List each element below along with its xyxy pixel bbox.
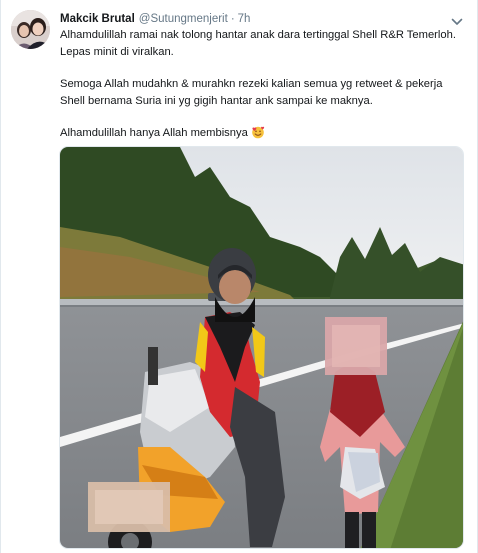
tweet-line: Shell bernama Suria ini yg gigih hantar … <box>60 94 373 107</box>
smiling-face-with-hearts-icon <box>251 125 265 139</box>
photo-motorcycle-helmet-girl <box>60 147 463 548</box>
avatar[interactable] <box>11 10 50 49</box>
chevron-down-icon[interactable] <box>451 14 463 25</box>
display-name[interactable]: Makcik Brutal <box>60 13 135 25</box>
tweet-photo[interactable] <box>59 146 464 549</box>
user-handle[interactable]: @Sutungmenjerit <box>139 13 228 25</box>
tweet-line: Alhamdulillah hanya Allah membisnya <box>60 127 248 139</box>
tweet-line: Alhamdulillah ramai nak tolong hantar an… <box>60 29 456 41</box>
tweet-text: Alhamdulillah ramai nak tolong hantar an… <box>60 27 465 142</box>
tweet-line: Lepas minit di viralkan. <box>60 45 174 58</box>
separator-dot: · <box>230 13 235 25</box>
avatar-image <box>11 10 50 49</box>
tweet-line: Semoga Allah mudahkn & murahkn rezeki ka… <box>60 78 443 90</box>
timestamp[interactable]: 7h <box>238 13 251 25</box>
tweet-line-last: Alhamdulillah hanya Allah membisnya <box>60 125 465 142</box>
tweet: Makcik Brutal @Sutungmenjerit · 7h Alhamdul… <box>0 0 478 553</box>
tweet-header: Makcik Brutal @Sutungmenjerit · 7h <box>60 11 440 27</box>
